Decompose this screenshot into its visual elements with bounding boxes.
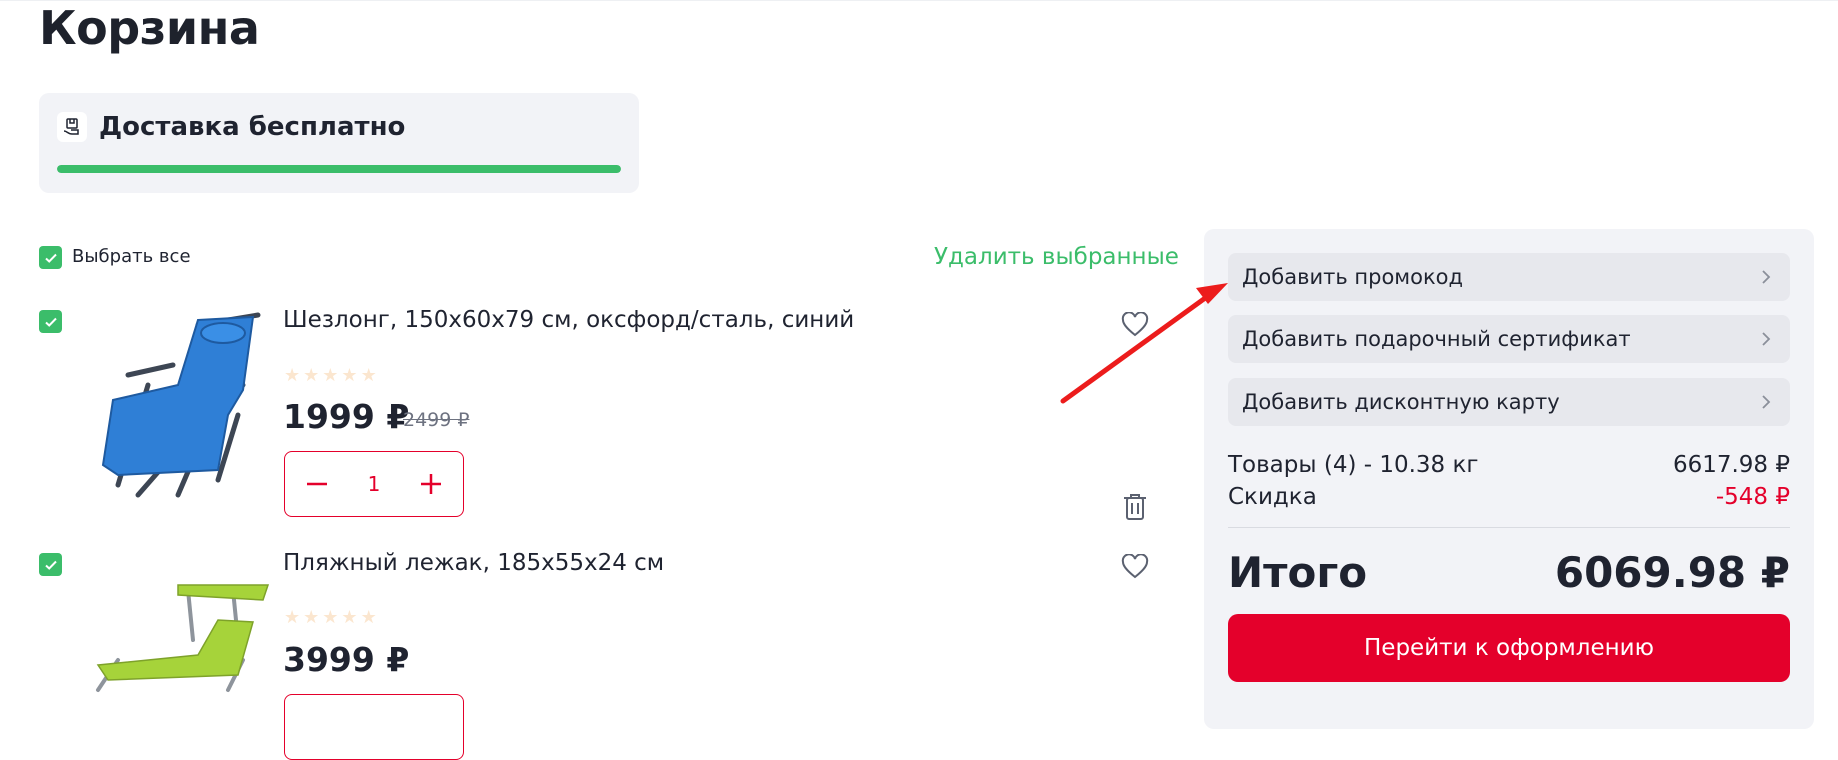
heart-icon [1121, 312, 1149, 337]
favorite-button[interactable] [1118, 308, 1152, 342]
minus-icon [307, 482, 327, 486]
add-promocode-button[interactable]: Добавить промокод [1228, 253, 1790, 301]
delete-selected-link[interactable]: Удалить выбранные [934, 241, 1179, 273]
star-icon: ★ [360, 607, 377, 628]
item-rating: ★ ★ ★ ★ ★ [284, 609, 377, 627]
product-image-beach-lounger[interactable] [78, 580, 278, 707]
star-icon: ★ [284, 607, 301, 628]
gift-certificate-label: Добавить подарочный сертификат [1242, 327, 1631, 351]
quantity-stepper: 1 [284, 451, 464, 517]
discount-card-label: Добавить дисконтную карту [1242, 390, 1560, 414]
check-icon [44, 317, 57, 327]
product-image-lounger[interactable] [78, 305, 278, 505]
heart-icon [1121, 554, 1149, 579]
discount-value: -548 ₽ [1715, 484, 1790, 510]
add-gift-certificate-button[interactable]: Добавить подарочный сертификат [1228, 315, 1790, 363]
add-discount-card-button[interactable]: Добавить дисконтную карту [1228, 378, 1790, 426]
star-icon: ★ [284, 365, 301, 386]
goods-value: 6617.98 ₽ [1672, 452, 1790, 478]
item-price: 1999 ₽ [283, 397, 410, 436]
decrease-quantity-button[interactable] [299, 466, 335, 502]
star-icon: ★ [360, 365, 377, 386]
item-title[interactable]: Пляжный лежак, 185х55х24 см [283, 548, 664, 578]
total-label: Итого [1228, 548, 1368, 597]
quantity-value[interactable]: 1 [368, 472, 381, 496]
quantity-stepper [284, 694, 464, 760]
summary-divider [1228, 527, 1790, 528]
star-icon: ★ [322, 365, 339, 386]
star-icon: ★ [303, 607, 320, 628]
star-icon: ★ [341, 607, 358, 628]
chevron-right-icon [1762, 270, 1771, 284]
delivery-progress-fill [57, 165, 621, 173]
goods-label: Товары (4) - 10.38 кг [1228, 452, 1479, 478]
item-old-price: 2499 ₽ [403, 409, 470, 431]
item-checkbox[interactable] [39, 553, 62, 576]
delivery-box-icon [57, 112, 87, 142]
order-summary-panel: Добавить промокод Добавить подарочный се… [1204, 229, 1814, 729]
star-icon: ★ [341, 365, 358, 386]
chevron-right-icon [1762, 395, 1771, 409]
select-all-checkbox[interactable] [39, 246, 62, 269]
delivery-panel: Доставка бесплатно [39, 93, 639, 193]
increase-quantity-button[interactable] [413, 466, 449, 502]
favorite-button[interactable] [1118, 550, 1152, 584]
item-checkbox[interactable] [39, 310, 62, 333]
star-icon: ★ [303, 365, 320, 386]
promocode-label: Добавить промокод [1242, 265, 1464, 289]
discount-label: Скидка [1228, 484, 1317, 510]
plus-icon [420, 474, 441, 494]
delivery-status-text: Доставка бесплатно [99, 112, 406, 142]
item-price: 3999 ₽ [283, 640, 410, 679]
select-all-label: Выбрать все [72, 246, 191, 267]
delete-item-button[interactable] [1118, 490, 1152, 524]
top-divider [0, 0, 1838, 1]
check-icon [44, 253, 57, 263]
checkout-button[interactable]: Перейти к оформлению [1228, 614, 1790, 682]
trash-icon [1124, 494, 1146, 520]
chevron-right-icon [1762, 332, 1771, 346]
item-title[interactable]: Шезлонг, 150х60х79 см, оксфорд/сталь, си… [283, 305, 854, 335]
star-icon: ★ [322, 607, 339, 628]
page-title: Корзина [39, 1, 260, 55]
total-value: 6069.98 ₽ [1554, 548, 1790, 597]
check-icon [44, 560, 57, 570]
delivery-progress-bar [57, 165, 621, 173]
item-rating: ★ ★ ★ ★ ★ [284, 367, 377, 385]
